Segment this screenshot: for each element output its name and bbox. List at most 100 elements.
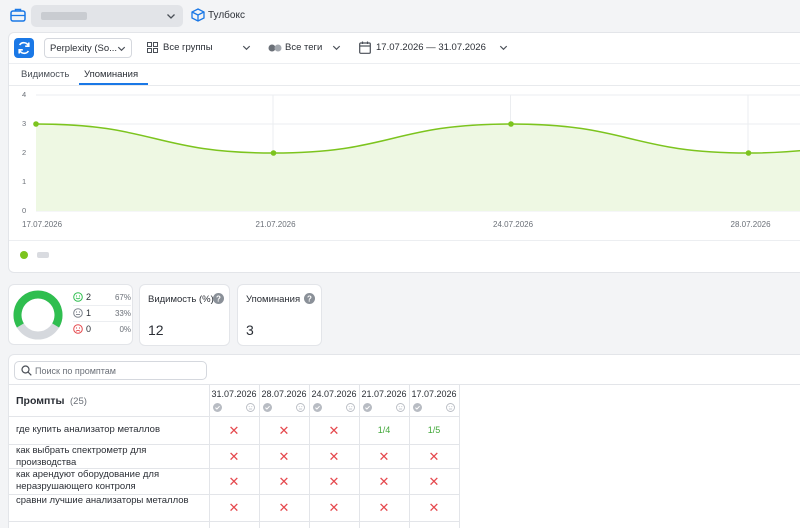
groups-filter-value: Все группы [163,42,213,53]
date-column-header[interactable]: 24.07.2026 [309,388,359,416]
sentiment-count: 2 [86,292,92,302]
no-mention-cell[interactable]: ✕ [209,423,259,439]
prompt-text[interactable]: как выбрать спектрометр для производства [16,445,206,469]
metric-value: 12 [148,322,164,338]
neutral-face-icon [246,403,255,412]
no-mention-cell[interactable]: ✕ [209,500,259,516]
chevron-down-icon [332,45,341,51]
mention-ratio-cell[interactable]: 1/4 [359,425,409,435]
calendar-icon [359,41,371,54]
tab-mentions[interactable]: Упоминания [84,69,138,80]
mentions-metric-card: Упоминания ? 3 [237,284,322,346]
tags-icon [268,44,282,52]
toolbox-link[interactable]: Тулбокс [208,10,245,21]
refresh-button[interactable] [14,38,34,58]
donut-positive-segment [13,290,63,328]
sentiment-donut [13,290,63,340]
prompts-title: Промпты [16,395,65,407]
divider [9,521,459,522]
engine-select-value: Perplexity (So... [50,43,118,54]
no-mention-cell[interactable]: ✕ [409,500,459,516]
x-tick-label: 28.07.2026 [730,220,771,229]
mention-ratio-cell[interactable]: 1/5 [409,425,459,435]
prompts-table-card: Промпты (25) 31.07.2026 28.07.2026 24.07.2… [8,354,800,528]
y-tick-label: 3 [22,119,27,128]
prompt-text[interactable]: как арендуют оборудование для неразрушаю… [16,469,206,493]
prompt-text[interactable]: сравни лучшие анализаторы металлов [16,495,206,507]
date-column-header[interactable]: 17.07.2026 [409,388,459,416]
divider [459,384,460,528]
neutral-face-icon [346,403,355,412]
briefcase-icon[interactable] [10,8,26,22]
sentiment-card: 2 67% 1 33% 0 0% [8,284,133,345]
neutral-face-icon [73,308,83,318]
refresh-icon [18,41,30,55]
date-range-picker[interactable]: 17.07.2026 — 31.07.2026 [359,38,509,58]
sentiment-count: 0 [86,324,92,334]
data-point[interactable] [745,150,752,156]
sentiment-row: 0 0% [73,324,131,336]
no-mention-cell[interactable]: ✕ [209,449,259,465]
legend-marker[interactable] [20,251,28,259]
prompt-text[interactable]: где купить анализатор металлов [16,424,206,436]
divider [9,384,800,385]
help-icon[interactable]: ? [304,293,315,304]
no-mention-cell[interactable]: ✕ [309,449,359,465]
y-tick-label: 4 [22,90,27,99]
engine-select[interactable]: Perplexity (So... [44,38,132,58]
no-mention-cell[interactable]: ✕ [309,423,359,439]
grid-icon [147,42,158,53]
date-column-header[interactable]: 21.07.2026 [359,388,409,416]
data-point[interactable] [270,150,277,156]
prompt-search[interactable] [14,361,207,380]
project-name-redacted [41,12,87,20]
date-column-header[interactable]: 31.07.2026 [209,388,259,416]
no-mention-cell[interactable]: ✕ [309,500,359,516]
metric-title: Упоминания [246,294,301,305]
x-tick-label: 24.07.2026 [493,220,534,229]
x-tick-label: 17.07.2026 [22,220,63,229]
no-mention-cell[interactable]: ✕ [359,500,409,516]
mentions-line-chart [33,94,800,212]
groups-filter[interactable]: Все группы [147,38,252,58]
no-mention-cell[interactable]: ✕ [259,449,309,465]
sad-face-icon [73,324,83,334]
check-circle-icon [263,403,272,412]
no-mention-cell[interactable]: ✕ [409,449,459,465]
tags-filter[interactable]: Все теги [268,38,342,58]
project-select[interactable] [31,5,183,27]
sentiment-row: 2 67% [73,292,131,304]
tags-filter-value: Все теги [285,42,323,53]
search-input[interactable] [35,364,200,377]
divider [73,321,131,322]
no-mention-cell[interactable]: ✕ [409,474,459,490]
date-column-header[interactable]: 28.07.2026 [259,388,309,416]
divider [9,416,459,417]
neutral-face-icon [296,403,305,412]
y-tick-label: 1 [22,177,27,186]
column-date: 24.07.2026 [311,389,357,399]
column-date: 21.07.2026 [361,389,407,399]
no-mention-cell[interactable]: ✕ [209,474,259,490]
data-point[interactable] [33,121,39,127]
top-bar: Тулбокс [0,0,800,32]
sentiment-percent: 33% [114,309,131,318]
tab-visibility[interactable]: Видимость [21,69,69,80]
divider [9,63,800,64]
data-point[interactable] [508,121,514,127]
sentiment-row: 1 33% [73,308,131,320]
no-mention-cell[interactable]: ✕ [259,423,309,439]
divider [9,240,800,241]
no-mention-cell[interactable]: ✕ [359,449,409,465]
smile-icon [73,292,83,302]
check-circle-icon [213,403,222,412]
chevron-down-icon [117,46,126,52]
help-icon[interactable]: ? [213,293,224,304]
no-mention-cell[interactable]: ✕ [309,474,359,490]
no-mention-cell[interactable]: ✕ [259,500,309,516]
cube-icon[interactable] [191,8,205,22]
no-mention-cell[interactable]: ✕ [359,474,409,490]
column-date: 31.07.2026 [211,389,257,399]
chevron-down-icon [167,14,175,19]
no-mention-cell[interactable]: ✕ [259,474,309,490]
